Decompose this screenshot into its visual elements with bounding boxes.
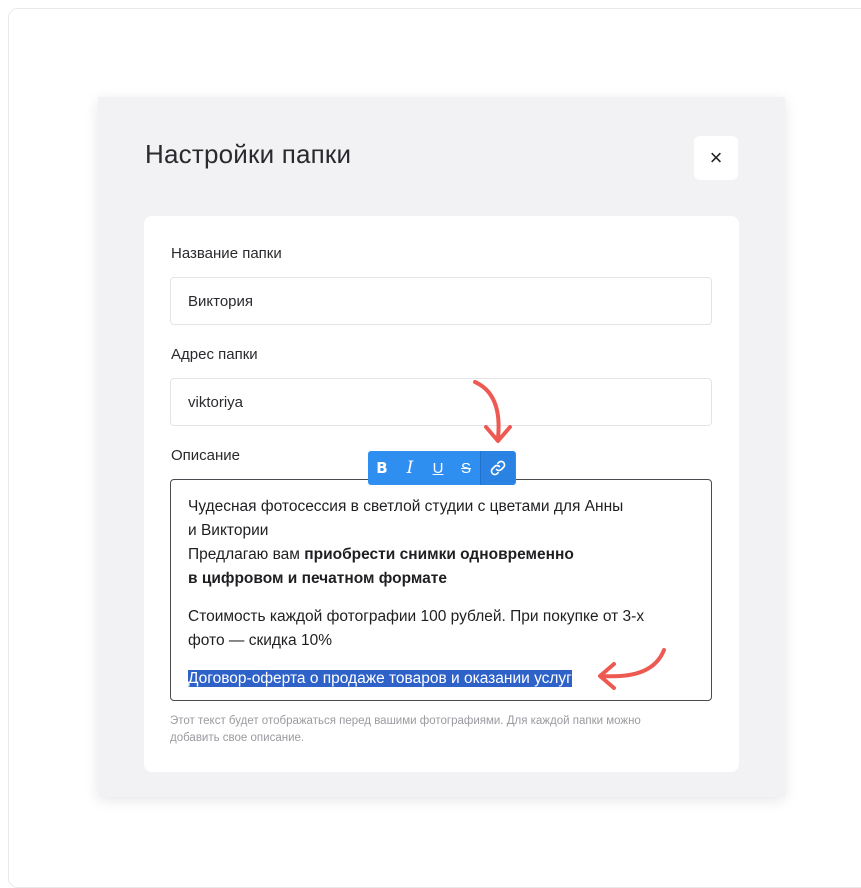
folder-address-label: Адрес папки bbox=[171, 346, 258, 363]
folder-name-label: Название папки bbox=[171, 245, 282, 262]
selected-link-text[interactable]: Договор-оферта о продаже товаров и оказа… bbox=[188, 670, 572, 687]
description-line: в цифровом и печатном формате bbox=[188, 570, 447, 587]
format-toolbar: B I U S bbox=[368, 451, 516, 485]
folder-address-input[interactable] bbox=[170, 378, 712, 426]
description-line: Стоимость каждой фотографии 100 рублей. … bbox=[188, 608, 645, 625]
folder-name-input[interactable] bbox=[170, 277, 712, 325]
settings-card: Название папки Адрес папки Описание Чуде… bbox=[144, 216, 739, 772]
folder-settings-dialog: Настройки папки × Название папки Адрес п… bbox=[98, 97, 785, 797]
close-icon: × bbox=[709, 145, 723, 170]
dialog-title: Настройки папки bbox=[145, 139, 352, 169]
italic-button[interactable]: I bbox=[396, 451, 424, 485]
bold-button[interactable]: B bbox=[368, 451, 396, 485]
selected-text-line: Договор-оферта о продаже товаров и оказа… bbox=[188, 667, 694, 691]
close-button[interactable]: × bbox=[694, 136, 738, 180]
strikethrough-button[interactable]: S bbox=[452, 451, 480, 485]
link-button[interactable] bbox=[480, 451, 515, 485]
description-line: и Виктории bbox=[188, 522, 269, 539]
description-editor[interactable]: Чудесная фотосессия в светлой студии с ц… bbox=[170, 479, 712, 701]
description-line: Чудесная фотосессия в светлой студии с ц… bbox=[188, 498, 624, 515]
link-icon bbox=[490, 460, 506, 476]
description-line: Предлагаю вам приобрести снимки одноврем… bbox=[188, 546, 574, 563]
underline-button[interactable]: U bbox=[424, 451, 452, 485]
description-line: фото — скидка 10% bbox=[188, 632, 332, 649]
description-hint: Этот текст будет отображаться перед ваши… bbox=[170, 715, 641, 744]
description-label: Описание bbox=[171, 447, 241, 464]
